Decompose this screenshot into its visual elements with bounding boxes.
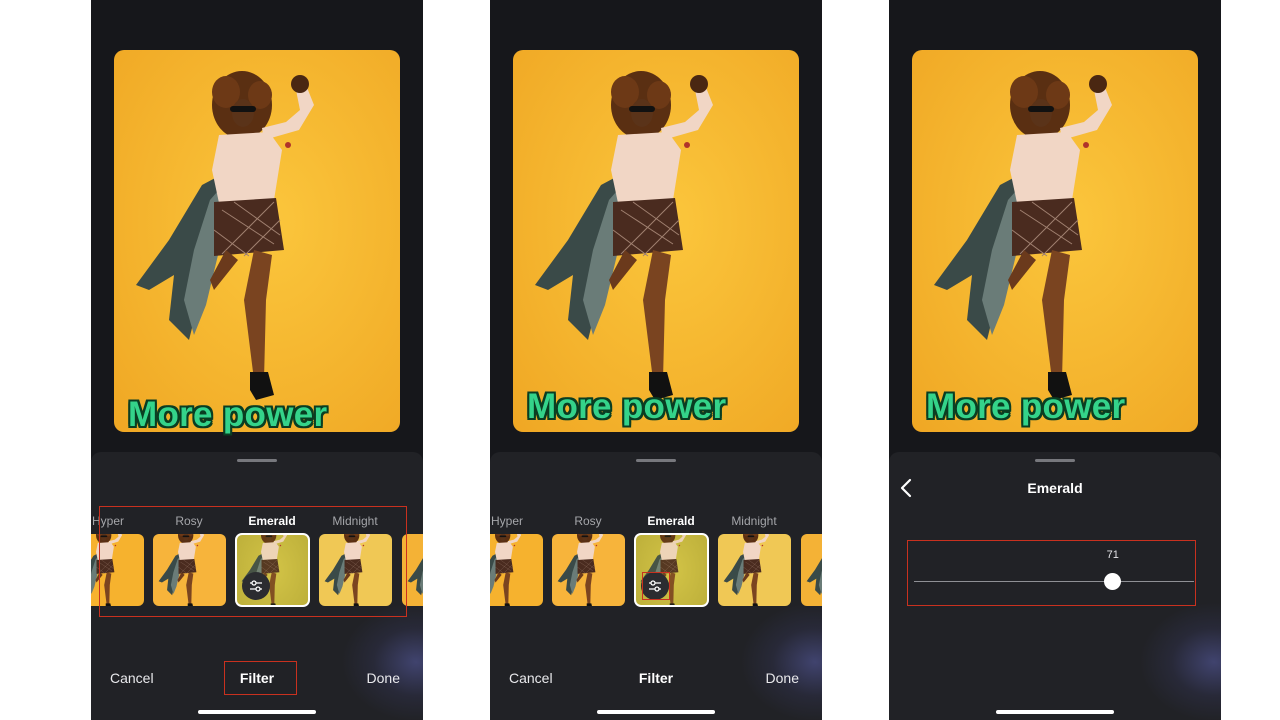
filter-thumb-rosy[interactable]	[153, 534, 226, 606]
filter-thumb-emerald[interactable]	[634, 533, 709, 607]
home-indicator	[597, 710, 715, 714]
filter-label-rosy: Rosy	[574, 514, 602, 528]
filter-label-hyper: Hyper	[91, 514, 124, 528]
filter-thumb-hyper[interactable]	[91, 534, 144, 606]
caption-text: More power	[527, 387, 727, 426]
home-indicator	[198, 710, 316, 714]
phone-screen-filter-strip: More power Hyper Rosy Emerald Midnight C…	[91, 0, 423, 720]
phone-screen-adjust-button: More power Hyper Rosy Emerald Midnight C…	[490, 0, 822, 720]
done-button[interactable]: Done	[766, 670, 799, 686]
intensity-value: 71	[1106, 549, 1119, 561]
filter-label-midnight: Midnight	[332, 514, 378, 528]
intensity-slider-knob[interactable]	[1104, 573, 1122, 590]
filter-thumb-rosy[interactable]	[552, 534, 625, 606]
photo-image	[513, 50, 799, 432]
filter-label-hyper: Hyper	[490, 514, 523, 528]
bottom-bar: Cancel Filter Done	[91, 666, 423, 692]
phone-screen-adjust-intensity: More power Emerald 71	[889, 0, 1221, 720]
cancel-button[interactable]: Cancel	[110, 670, 154, 686]
sheet-handle[interactable]	[1035, 459, 1075, 462]
adjust-filter-button[interactable]	[641, 572, 669, 600]
filter-label-rosy: Rosy	[175, 514, 203, 528]
photo-preview	[114, 50, 400, 432]
sliders-icon	[649, 580, 661, 592]
filter-thumb-next[interactable]	[402, 534, 423, 606]
sheet-handle[interactable]	[636, 459, 676, 462]
filter-sheet: Hyper Rosy Emerald Midnight Cancel Filte…	[490, 452, 822, 720]
sheet-handle[interactable]	[237, 459, 277, 462]
filter-thumb-emerald[interactable]	[235, 533, 310, 607]
home-indicator	[996, 710, 1114, 714]
photo-image	[114, 50, 400, 432]
done-button[interactable]: Done	[367, 670, 400, 686]
photo-image	[912, 50, 1198, 432]
sliders-icon	[250, 580, 262, 592]
photo-preview	[513, 50, 799, 432]
filter-strip[interactable]: Hyper Rosy Emerald Midnight	[490, 512, 822, 612]
filter-sheet: Hyper Rosy Emerald Midnight Cancel Filte…	[91, 452, 423, 720]
filter-thumb-next[interactable]	[801, 534, 822, 606]
filter-thumb-midnight[interactable]	[718, 534, 791, 606]
filter-tab[interactable]: Filter	[240, 670, 274, 686]
photo-preview	[912, 50, 1198, 432]
filter-label-emerald: Emerald	[248, 514, 296, 528]
adjust-sheet: Emerald 71	[889, 452, 1221, 720]
adjust-title: Emerald	[1027, 480, 1083, 496]
filter-tab[interactable]: Filter	[639, 670, 673, 686]
adjust-filter-button[interactable]	[242, 572, 270, 600]
filter-label-emerald: Emerald	[647, 514, 695, 528]
filter-label-midnight: Midnight	[731, 514, 777, 528]
caption-text: More power	[128, 395, 328, 434]
cancel-button[interactable]: Cancel	[509, 670, 553, 686]
intensity-slider-track[interactable]	[914, 581, 1194, 582]
filter-thumb-hyper[interactable]	[490, 534, 543, 606]
filter-thumb-midnight[interactable]	[319, 534, 392, 606]
caption-text: More power	[926, 387, 1126, 426]
filter-strip[interactable]: Hyper Rosy Emerald Midnight	[91, 512, 423, 612]
bottom-bar: Cancel Filter Done	[490, 666, 822, 692]
